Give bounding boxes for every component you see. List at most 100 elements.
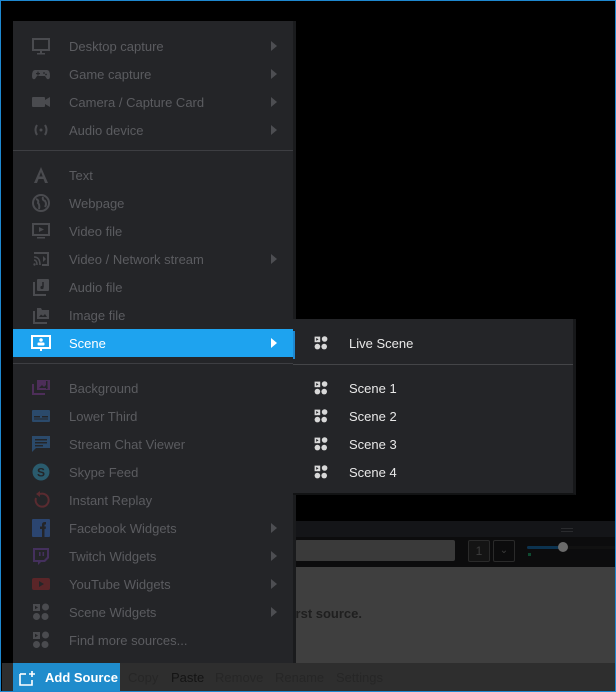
scene-widget-icon (313, 464, 329, 485)
audio-meter (528, 553, 531, 556)
monitor-icon (31, 36, 51, 56)
menu-item-video-file[interactable]: Video file (13, 217, 293, 245)
submenu-item-scene-3[interactable]: Scene 3 (293, 430, 573, 458)
gamepad-icon (31, 64, 51, 84)
audio-file-icon (31, 277, 51, 297)
menu-item-label: Skype Feed (69, 464, 139, 480)
menu-item-label: Camera / Capture Card (69, 94, 205, 110)
menu-item-label: Image file (69, 307, 126, 323)
menu-item-text[interactable]: Text (13, 161, 293, 189)
menu-item-label: Twitch Widgets (69, 548, 157, 564)
menu-item-image-file[interactable]: Image file (13, 301, 293, 329)
left-edge (2, 2, 13, 662)
chat-icon (31, 434, 51, 454)
scene-submenu: Live Scene Scene 1 Scene 2 Scene 3 Scene 4 (293, 319, 576, 495)
replay-icon (31, 490, 51, 510)
chevron-right-icon (271, 338, 277, 348)
menu-item-label: Scene Widgets (69, 604, 157, 620)
menu-item-label: Text (69, 167, 93, 183)
menu-item-audio-device[interactable]: Audio device (13, 116, 293, 144)
paste-button[interactable]: Paste (171, 663, 204, 691)
menu-separator (13, 363, 293, 364)
menu-item-label: Find more sources... (69, 632, 188, 648)
audio-device-icon (31, 120, 51, 140)
video-file-icon (31, 221, 51, 241)
background-icon (31, 378, 51, 398)
menu-item-label: Audio device (69, 122, 144, 138)
add-source-menu: Desktop capture Game capture Camera / Capt… (13, 21, 296, 663)
scene-widget-icon (313, 380, 329, 401)
menu-item-video-network-stream[interactable]: Video / Network stream (13, 245, 293, 273)
scene-dropdown-button[interactable]: ⌄ (493, 540, 515, 562)
chevron-right-icon (271, 97, 277, 107)
rename-button[interactable]: Rename (275, 663, 324, 691)
add-source-button[interactable]: Add Source (13, 663, 120, 691)
chevron-right-icon (271, 579, 277, 589)
scene-number-field[interactable]: 1 (468, 540, 490, 562)
menu-item-skype-feed[interactable]: S Skype Feed (13, 458, 293, 486)
menu-item-webpage[interactable]: Webpage (13, 189, 293, 217)
globe-icon (31, 193, 51, 213)
chevron-right-icon (271, 69, 277, 79)
scene-widget-icon (313, 335, 329, 356)
chevron-right-icon (271, 551, 277, 561)
svg-text:S: S (37, 466, 45, 480)
menu-item-label: Webpage (69, 195, 125, 211)
menu-item-label: Video / Network stream (69, 251, 204, 267)
menu-item-scene-widgets[interactable]: Scene Widgets (13, 598, 293, 626)
menu-item-stream-chat-viewer[interactable]: Stream Chat Viewer (13, 430, 293, 458)
facebook-icon (31, 518, 51, 538)
chevron-right-icon (271, 41, 277, 51)
add-source-icon (19, 670, 35, 686)
menu-item-desktop-capture[interactable]: Desktop capture (13, 32, 293, 60)
submenu-item-scene-2[interactable]: Scene 2 (293, 402, 573, 430)
menu-item-game-capture[interactable]: Game capture (13, 60, 293, 88)
menu-item-label: Desktop capture (69, 38, 164, 54)
menu-item-label: Stream Chat Viewer (69, 436, 186, 452)
menu-item-facebook-widgets[interactable]: Facebook Widgets (13, 514, 293, 542)
search-input[interactable] (295, 540, 455, 561)
menu-item-audio-file[interactable]: Audio file (13, 273, 293, 301)
volume-slider-thumb[interactable] (558, 542, 568, 552)
text-icon (31, 165, 51, 185)
menu-item-instant-replay[interactable]: Instant Replay (13, 486, 293, 514)
remove-button[interactable]: Remove (215, 663, 263, 691)
copy-button[interactable]: Copy (128, 663, 158, 691)
scene-widget-icon (313, 436, 329, 457)
drag-handle-icon[interactable] (561, 528, 573, 532)
submenu-item-label: Scene 1 (349, 381, 397, 396)
submenu-separator (293, 364, 573, 365)
submenu-item-scene-1[interactable]: Scene 1 (293, 374, 573, 402)
menu-item-scene[interactable]: Scene (13, 329, 293, 357)
submenu-item-label: Scene 3 (349, 437, 397, 452)
youtube-icon (31, 574, 51, 594)
settings-button[interactable]: Settings (336, 663, 383, 691)
menu-item-lower-third[interactable]: Lower Third (13, 402, 293, 430)
chevron-right-icon (271, 523, 277, 533)
menu-item-label: Facebook Widgets (69, 520, 177, 536)
submenu-item-scene-4[interactable]: Scene 4 (293, 458, 573, 486)
twitch-icon (31, 546, 51, 566)
chevron-right-icon (271, 607, 277, 617)
submenu-item-label: Scene 4 (349, 465, 397, 480)
cast-icon (31, 249, 51, 269)
menu-item-camera-capture-card[interactable]: Camera / Capture Card (13, 88, 293, 116)
menu-item-twitch-widgets[interactable]: Twitch Widgets (13, 542, 293, 570)
submenu-item-live-scene[interactable]: Live Scene (293, 329, 573, 357)
menu-item-youtube-widgets[interactable]: YouTube Widgets (13, 570, 293, 598)
menu-item-find-more-sources[interactable]: Find more sources... (13, 626, 293, 654)
scene-icon (31, 333, 51, 353)
menu-item-label: Scene (69, 335, 106, 351)
menu-item-label: Background (69, 380, 139, 396)
lower-third-icon (31, 406, 51, 426)
chevron-right-icon (271, 254, 277, 264)
scene-widget-icon (313, 408, 329, 429)
chevron-right-icon (271, 125, 277, 135)
app-window: 1 ⌄ Add your first source. Add Source Co… (0, 0, 616, 692)
menu-item-background[interactable]: Background (13, 374, 293, 402)
submenu-item-label: Live Scene (349, 336, 414, 351)
add-source-label: Add Source (45, 670, 118, 685)
chevron-down-icon: ⌄ (499, 545, 509, 556)
menu-item-label: Lower Third (69, 408, 138, 424)
submenu-item-label: Scene 2 (349, 409, 397, 424)
